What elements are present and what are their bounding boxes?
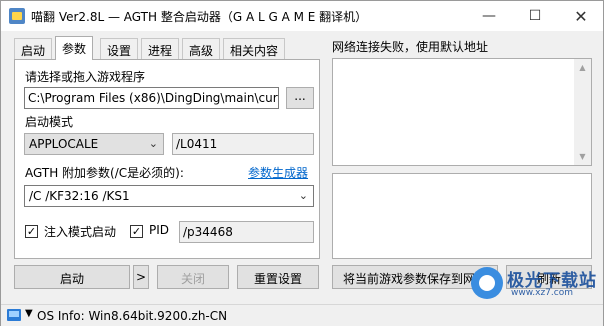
launch-mode-label: 启动模式 xyxy=(25,115,74,129)
maximize-button[interactable]: ☐ xyxy=(513,1,557,31)
vertical-scrollbar[interactable]: ▲ ▼ xyxy=(574,59,591,165)
save-params-button[interactable]: 将当前游戏参数保存到网络 xyxy=(332,265,498,289)
close-process-button[interactable]: 关闭 xyxy=(157,265,229,289)
param-generator-link[interactable]: 参数生成器 xyxy=(248,164,308,181)
inject-mode-checkbox[interactable]: ✓ xyxy=(25,225,38,238)
pid-label: PID xyxy=(149,223,170,237)
browse-button[interactable]: ... xyxy=(286,87,314,109)
monitor-icon xyxy=(7,309,21,321)
tab-process[interactable]: 进程 xyxy=(141,38,180,59)
app-window: 喵翻 Ver2.8L — AGTH 整合启动器（G A L G A M E 翻译… xyxy=(0,0,604,326)
pid-field[interactable]: /p34468 xyxy=(179,221,314,243)
window-title: 喵翻 Ver2.8L — AGTH 整合启动器（G A L G A M E 翻译… xyxy=(31,10,368,24)
close-window-button[interactable]: ✕ xyxy=(559,1,603,31)
launch-options-button[interactable]: > xyxy=(133,265,149,289)
agth-params-select[interactable]: /C /KF32:16 /KS1 ⌄ xyxy=(24,185,314,207)
refresh-button[interactable]: 刷新 xyxy=(506,265,592,289)
chevron-down-icon: ⌄ xyxy=(148,137,158,150)
program-label: 请选择或拖入游戏程序 xyxy=(25,70,146,84)
app-icon xyxy=(9,8,25,24)
watermark-url: www.xz7.com xyxy=(511,288,573,298)
tab-advanced[interactable]: 高级 xyxy=(182,38,221,59)
pid-checkbox[interactable]: ✓ xyxy=(130,225,143,238)
launch-mode-value: APPLOCALE xyxy=(29,137,99,151)
tab-launch[interactable]: 启动 xyxy=(14,38,53,59)
tab-related[interactable]: 相关内容 xyxy=(223,38,286,59)
inject-mode-label: 注入模式启动 xyxy=(44,225,117,239)
locale-field[interactable]: /L0411 xyxy=(172,133,314,155)
launch-button[interactable]: 启动 xyxy=(14,265,130,289)
program-path-field[interactable]: C:\Program Files (x86)\DingDing\main\cur… xyxy=(24,87,279,109)
tab-params[interactable]: 参数 xyxy=(55,36,94,60)
chevron-down-icon: ⌄ xyxy=(298,189,308,202)
scroll-down-icon[interactable]: ▼ xyxy=(574,148,591,165)
caret-down-icon[interactable]: ▼ xyxy=(25,308,33,319)
minimize-button[interactable]: — xyxy=(467,1,511,31)
reset-settings-button[interactable]: 重置设置 xyxy=(237,265,319,289)
tab-settings[interactable]: 设置 xyxy=(100,38,139,59)
launch-mode-select[interactable]: APPLOCALE ⌄ xyxy=(24,133,164,155)
os-info-text: OS Info: Win8.64bit.9200.zh-CN xyxy=(37,309,228,323)
output-textbox[interactable] xyxy=(332,173,592,259)
status-bar: ▼ OS Info: Win8.64bit.9200.zh-CN xyxy=(1,304,603,326)
title-bar: 喵翻 Ver2.8L — AGTH 整合启动器（G A L G A M E 翻译… xyxy=(1,1,603,31)
network-textbox[interactable]: ▲ ▼ xyxy=(332,58,592,166)
scroll-up-icon[interactable]: ▲ xyxy=(574,59,591,76)
network-status-label: 网络连接失败，使用默认地址 xyxy=(332,40,489,54)
agth-params-value: /C /KF32:16 /KS1 xyxy=(29,189,130,203)
agth-params-label: AGTH 附加参数(/C是必须的): xyxy=(25,166,184,180)
